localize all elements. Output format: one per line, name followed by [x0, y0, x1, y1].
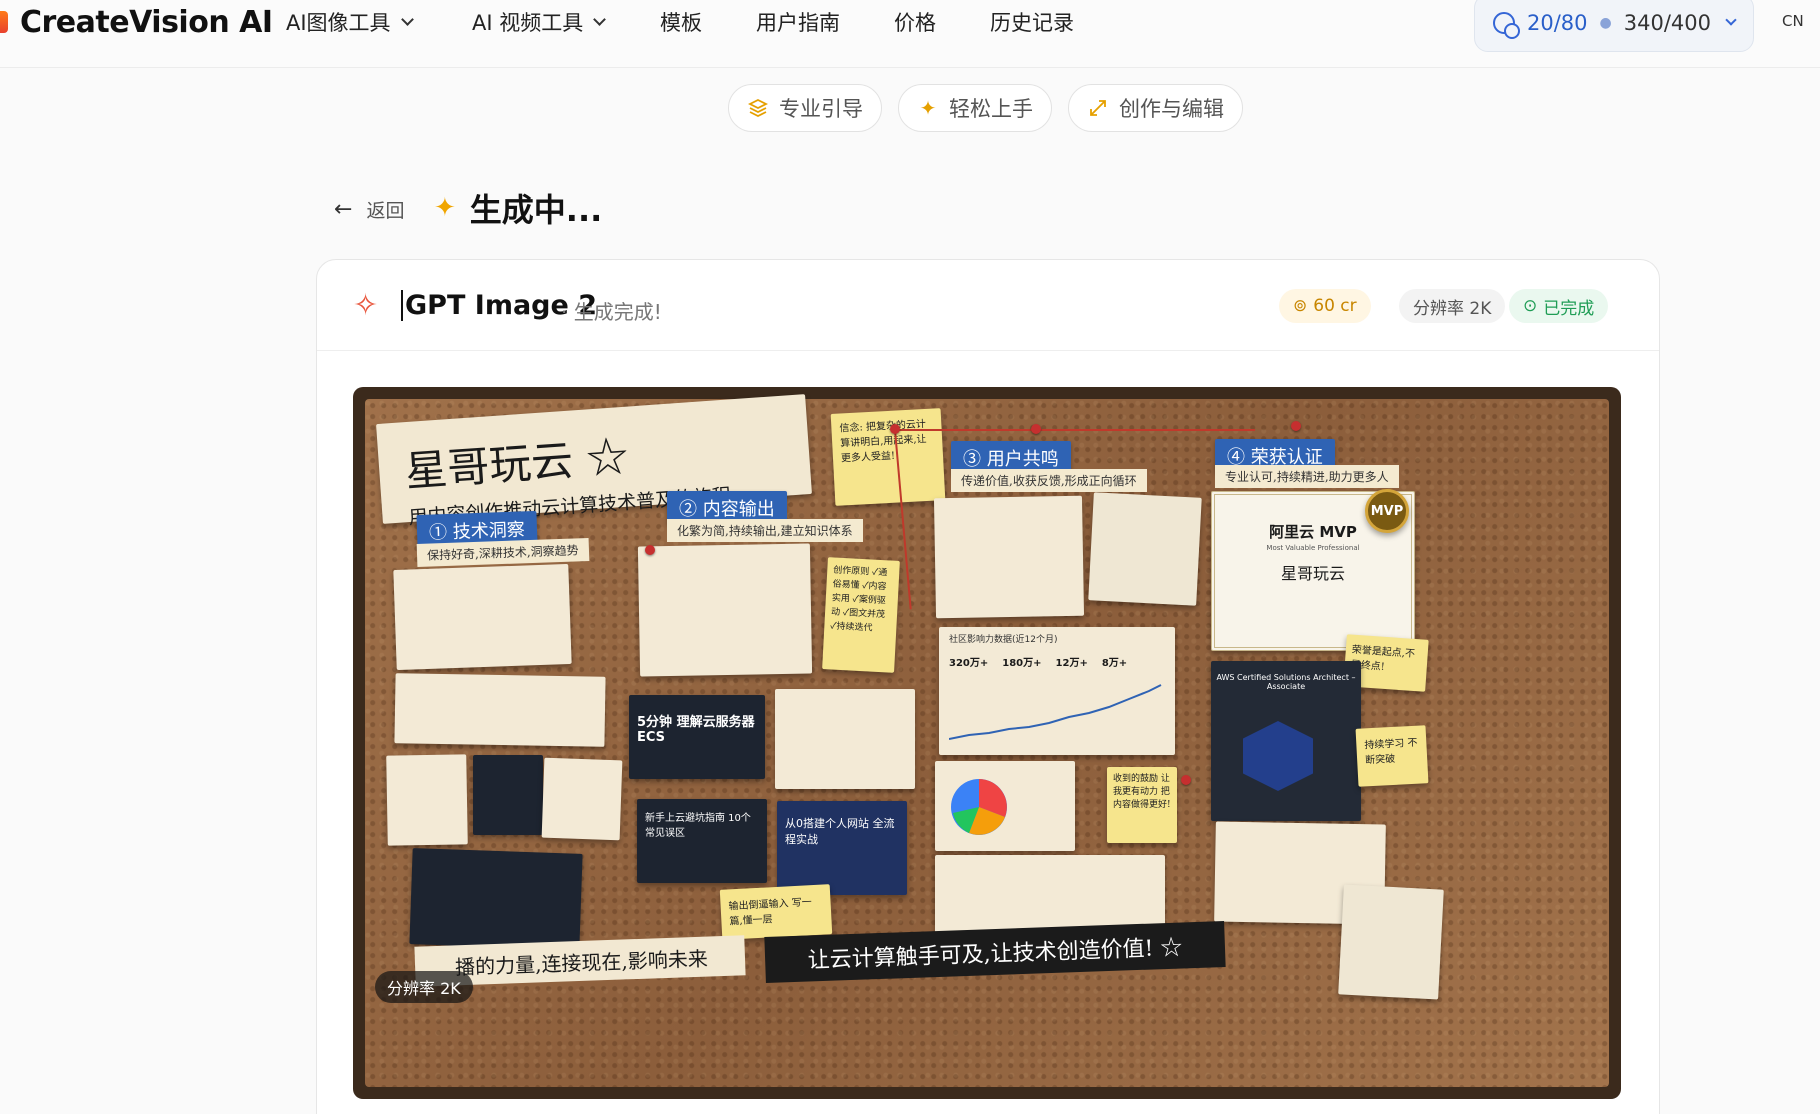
belief-note: 信念: 把复杂的云计算讲明白,用起来,让更多人受益! [830, 408, 946, 506]
industry-pie-note [935, 761, 1075, 851]
nav-pricing[interactable]: 价格 [894, 6, 936, 38]
sparkle-icon: ✦ [434, 193, 456, 223]
back-label: 返回 [366, 199, 405, 222]
feedback-note [933, 495, 1085, 619]
nav-ai-video-tools[interactable]: AI 视频工具 [472, 6, 607, 38]
video-pitfalls: 新手上云避坑指南 10个常见误区 [637, 799, 767, 883]
pin-icon [1031, 424, 1041, 434]
coins-icon [1493, 12, 1520, 39]
coins-icon: ⊚ [1293, 296, 1308, 316]
encouragement-note: 收到的鼓励 让我更有动力 把内容做得更好! [1107, 767, 1177, 843]
stat-value: 320万+ [949, 658, 989, 669]
arrow-left-icon: ← [334, 196, 353, 222]
architecture-photo [473, 755, 543, 835]
corkboard: 星哥玩云 ☆ 用内容创作推动云计算技术普及的旅程 信念: 把复杂的云计算讲明白,… [365, 394, 1609, 1087]
mvp-subtitle: Most Valuable Professional [1266, 544, 1360, 552]
resolution-badge: 分辨率 2K [1399, 289, 1506, 323]
content-matrix-note [637, 543, 813, 677]
stat-value: 8万+ [1101, 658, 1128, 669]
mvp-name: 星哥玩云 [1280, 564, 1345, 583]
check-circle-icon: ⊙ [1523, 296, 1538, 316]
growth-chart [949, 684, 1162, 740]
nav-label: AI 视频工具 [472, 11, 584, 35]
stats-note: 社区影响力数据(近12个月) 320万+ 180万+ 12万+ 8万+ [939, 627, 1175, 755]
top-nav: CreateVision AI AI图像工具 AI 视频工具 模板 用户指南 价… [0, 0, 1820, 68]
sparkle-icon: ✦ [919, 96, 937, 120]
desk-photo [409, 848, 583, 950]
nav-ai-image-tools[interactable]: AI图像工具 [286, 6, 414, 38]
pill-easy-start[interactable]: ✦ 轻松上手 [898, 84, 1052, 132]
separator-dot: ● [1599, 15, 1612, 31]
image-resolution-chip: 分辨率 2K [375, 971, 473, 1003]
stats-values: 320万+ 180万+ 12万+ 8万+ [939, 654, 1175, 669]
mvp-badge-icon: MVP [1365, 489, 1409, 533]
cost-badge: ⊚ 60 cr [1279, 289, 1371, 323]
principles-note: 创作原则 ✓通俗易懂 ✓内容实用 ✓案例驱动 ✓图文并茂 ✓持续迭代 [822, 557, 900, 673]
brand-logo[interactable]: CreateVision AI [0, 4, 273, 40]
credits-secondary: 340/400 [1623, 11, 1711, 35]
nav-templates[interactable]: 模板 [660, 6, 702, 38]
nav-label: 模板 [660, 11, 702, 35]
credits-primary: 20/80 [1527, 11, 1588, 35]
pin-icon [645, 545, 655, 555]
step-1-sub: 保持好奇,深耕技术,洞察趋势 [416, 538, 589, 567]
layers-icon [747, 97, 769, 119]
nav-label: AI图像工具 [286, 11, 391, 35]
stats-title: 社区影响力数据(近12个月) [949, 635, 1058, 645]
keep-learning-note: 持续学习 不断突破 [1355, 725, 1429, 787]
back-button[interactable]: ← 返回 [334, 194, 404, 224]
credits-dropdown[interactable]: 20/80 ● 340/400 [1474, 0, 1754, 52]
slogan-main: 让云计算触手可及,让技术创造价值! ☆ [764, 920, 1226, 984]
livestream-photo [1088, 492, 1202, 606]
generated-image[interactable]: 星哥玩云 ☆ 用内容创作推动云计算技术普及的旅程 信念: 把复杂的云计算讲明白,… [353, 387, 1621, 1099]
step-2-sub: 化繁为简,持续输出,建立知识体系 [667, 519, 863, 542]
nav-label: 历史记录 [990, 11, 1074, 35]
nav-label: 用户指南 [756, 11, 840, 35]
stat-value: 180万+ [1002, 658, 1042, 669]
nav-user-guide[interactable]: 用户指南 [756, 6, 840, 38]
learning-note [386, 754, 468, 846]
chevron-down-icon [400, 13, 414, 26]
diagram-note [541, 757, 623, 841]
pill-label: 轻松上手 [949, 97, 1033, 121]
sparkle-icon: ✧ [353, 288, 379, 323]
output-note: 输出倒逼输入 写一篇,懂一层 [719, 884, 833, 940]
nav-history[interactable]: 历史记录 [990, 6, 1074, 38]
result-card: ✧ GPT Image 2 · 生成完成! ⊚ 60 cr 分辨率 2K ⊙ 已… [316, 259, 1660, 1114]
pie-chart [951, 779, 1007, 835]
thread [895, 429, 1255, 431]
step-4-sub: 专业认可,持续精进,助力更多人 [1215, 465, 1399, 488]
pill-create-edit[interactable]: 创作与编辑 [1068, 84, 1243, 132]
pill-pro-guide[interactable]: 专业引导 [728, 84, 882, 132]
status-badge-label: 已完成 [1543, 298, 1595, 319]
card-header: ✧ GPT Image 2 · 生成完成! ⊚ 60 cr 分辨率 2K ⊙ 已… [317, 260, 1659, 351]
nav-label: 价格 [894, 11, 936, 35]
pin-icon [890, 424, 900, 434]
brand-mark-icon [0, 11, 8, 33]
portrait-photo [1338, 884, 1444, 1000]
pin-icon [1181, 775, 1191, 785]
status-badge: ⊙ 已完成 [1509, 289, 1609, 323]
brand-name: CreateVision AI [20, 4, 273, 40]
pin-icon [1291, 421, 1301, 431]
step-3-sub: 传递价值,收获反馈,形成正向循环 [951, 469, 1147, 492]
video-website: 从0搭建个人网站 全流程实战 [777, 801, 907, 895]
stat-value: 12万+ [1055, 658, 1088, 669]
cost-value: 60 cr [1313, 296, 1357, 316]
chevron-down-icon [593, 13, 607, 26]
cloud-core-note [394, 673, 606, 747]
page-title-text: 生成中... [469, 191, 603, 229]
page-title: ✦ 生成中... [434, 186, 602, 230]
pill-label: 专业引导 [779, 97, 863, 121]
insight-note [393, 563, 572, 671]
expand-icon [1087, 97, 1109, 119]
cloud-overview-note [775, 689, 915, 789]
chevron-down-icon [1725, 14, 1737, 26]
pill-label: 创作与编辑 [1119, 97, 1224, 121]
video-ecs: 5分钟 理解云服务器ECS [629, 695, 765, 779]
language-switch[interactable]: CN [1782, 12, 1804, 30]
generation-status: · 生成完成! [561, 300, 662, 324]
